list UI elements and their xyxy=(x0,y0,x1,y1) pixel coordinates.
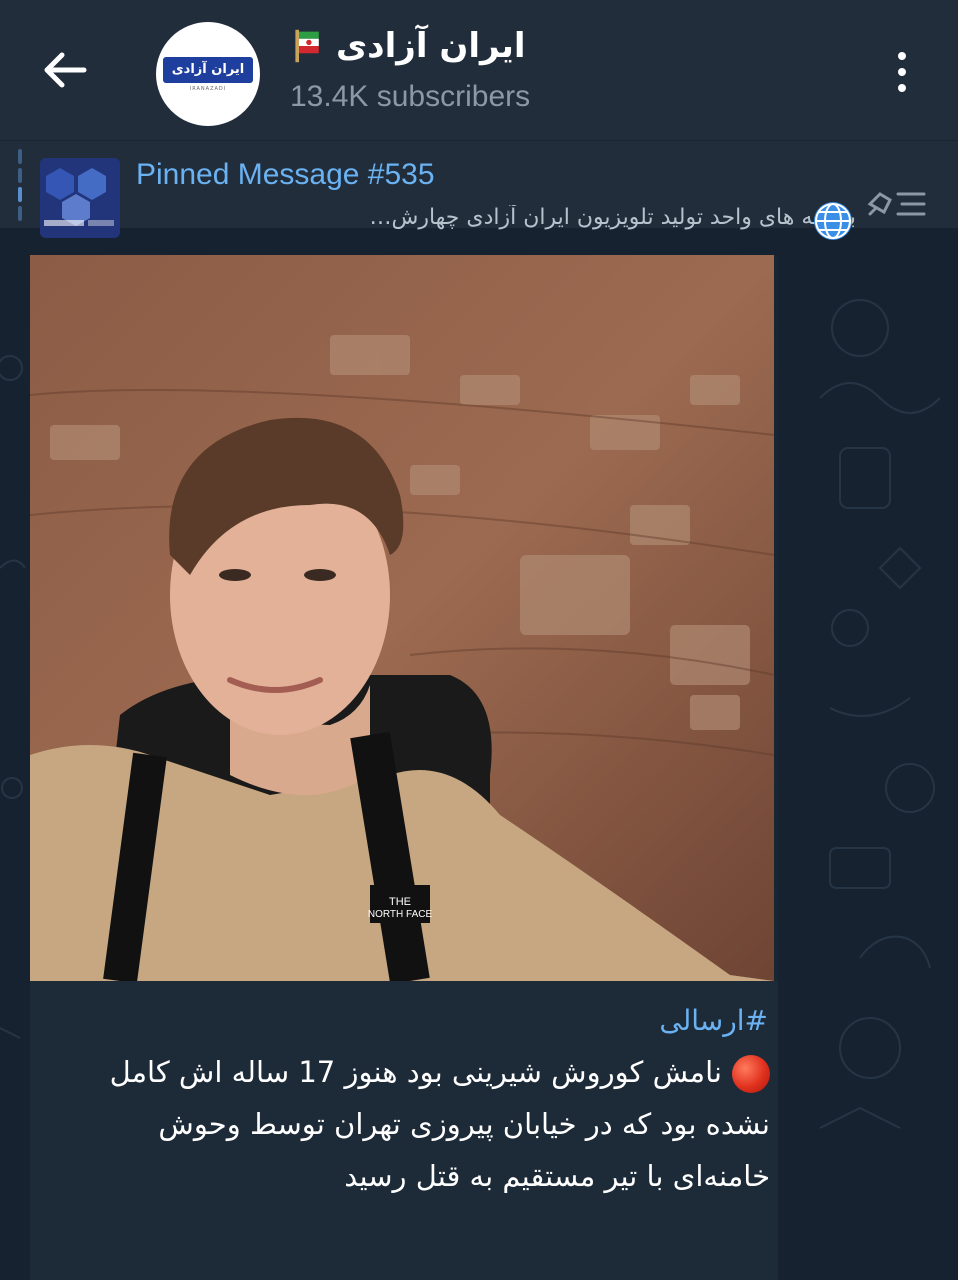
message-hashtag[interactable]: #ارسالی xyxy=(659,1004,768,1037)
channel-title: ایران آزادی xyxy=(336,26,526,66)
pinned-list-button[interactable] xyxy=(862,178,932,228)
message-text: نامش کوروش شیرینی بود هنوز 17 ساله اش کا… xyxy=(60,1046,770,1202)
message-text-content: نامش کوروش شیرینی بود هنوز 17 ساله اش کا… xyxy=(109,1055,770,1193)
more-vertical-icon-dot xyxy=(898,68,906,76)
pinned-indicator-segment xyxy=(18,168,22,183)
more-vertical-icon-dot xyxy=(898,84,906,92)
channel-title-row[interactable]: ایران آزادی xyxy=(290,22,526,70)
more-options-button[interactable] xyxy=(880,44,924,100)
avatar-logo-subtext: IRANAZADI xyxy=(189,85,227,92)
subscriber-count: 13.4K subscribers xyxy=(290,80,531,113)
globe-icon xyxy=(814,202,852,240)
pinned-indicator xyxy=(18,149,23,221)
pinned-thumbnail-image xyxy=(40,158,120,238)
svg-text:THE: THE xyxy=(389,896,411,908)
pinned-thumbnail xyxy=(40,158,120,238)
pinned-title[interactable]: Pinned Message #535 xyxy=(136,158,435,192)
pinned-indicator-segment-active xyxy=(18,187,22,202)
pinned-indicator-segment xyxy=(18,206,22,221)
pinned-text[interactable]: برنامه های واحد تولید تلویزیون ایران آزا… xyxy=(136,205,856,230)
background-doodles xyxy=(819,299,941,1129)
avatar-logo: ایران آزادی xyxy=(163,56,253,83)
more-vertical-icon-dot xyxy=(898,52,906,60)
photo-image: THE NORTH FACE xyxy=(30,255,774,981)
back-button[interactable] xyxy=(30,38,100,102)
pinned-list-icon xyxy=(867,192,926,216)
svg-text:NORTH FACE: NORTH FACE xyxy=(368,909,433,920)
background-doodles-left xyxy=(0,355,26,1039)
message-photo[interactable]: THE NORTH FACE xyxy=(30,255,774,981)
chat-header: ایران آزادی IRANAZADI ایران آزادی 13.4K … xyxy=(0,0,958,140)
flag-emoji-icon xyxy=(295,29,319,63)
red-circle-icon xyxy=(732,1055,770,1093)
channel-avatar[interactable]: ایران آزادی IRANAZADI xyxy=(156,22,260,126)
pinned-indicator-segment xyxy=(18,149,22,164)
arrow-left-icon xyxy=(44,52,87,88)
